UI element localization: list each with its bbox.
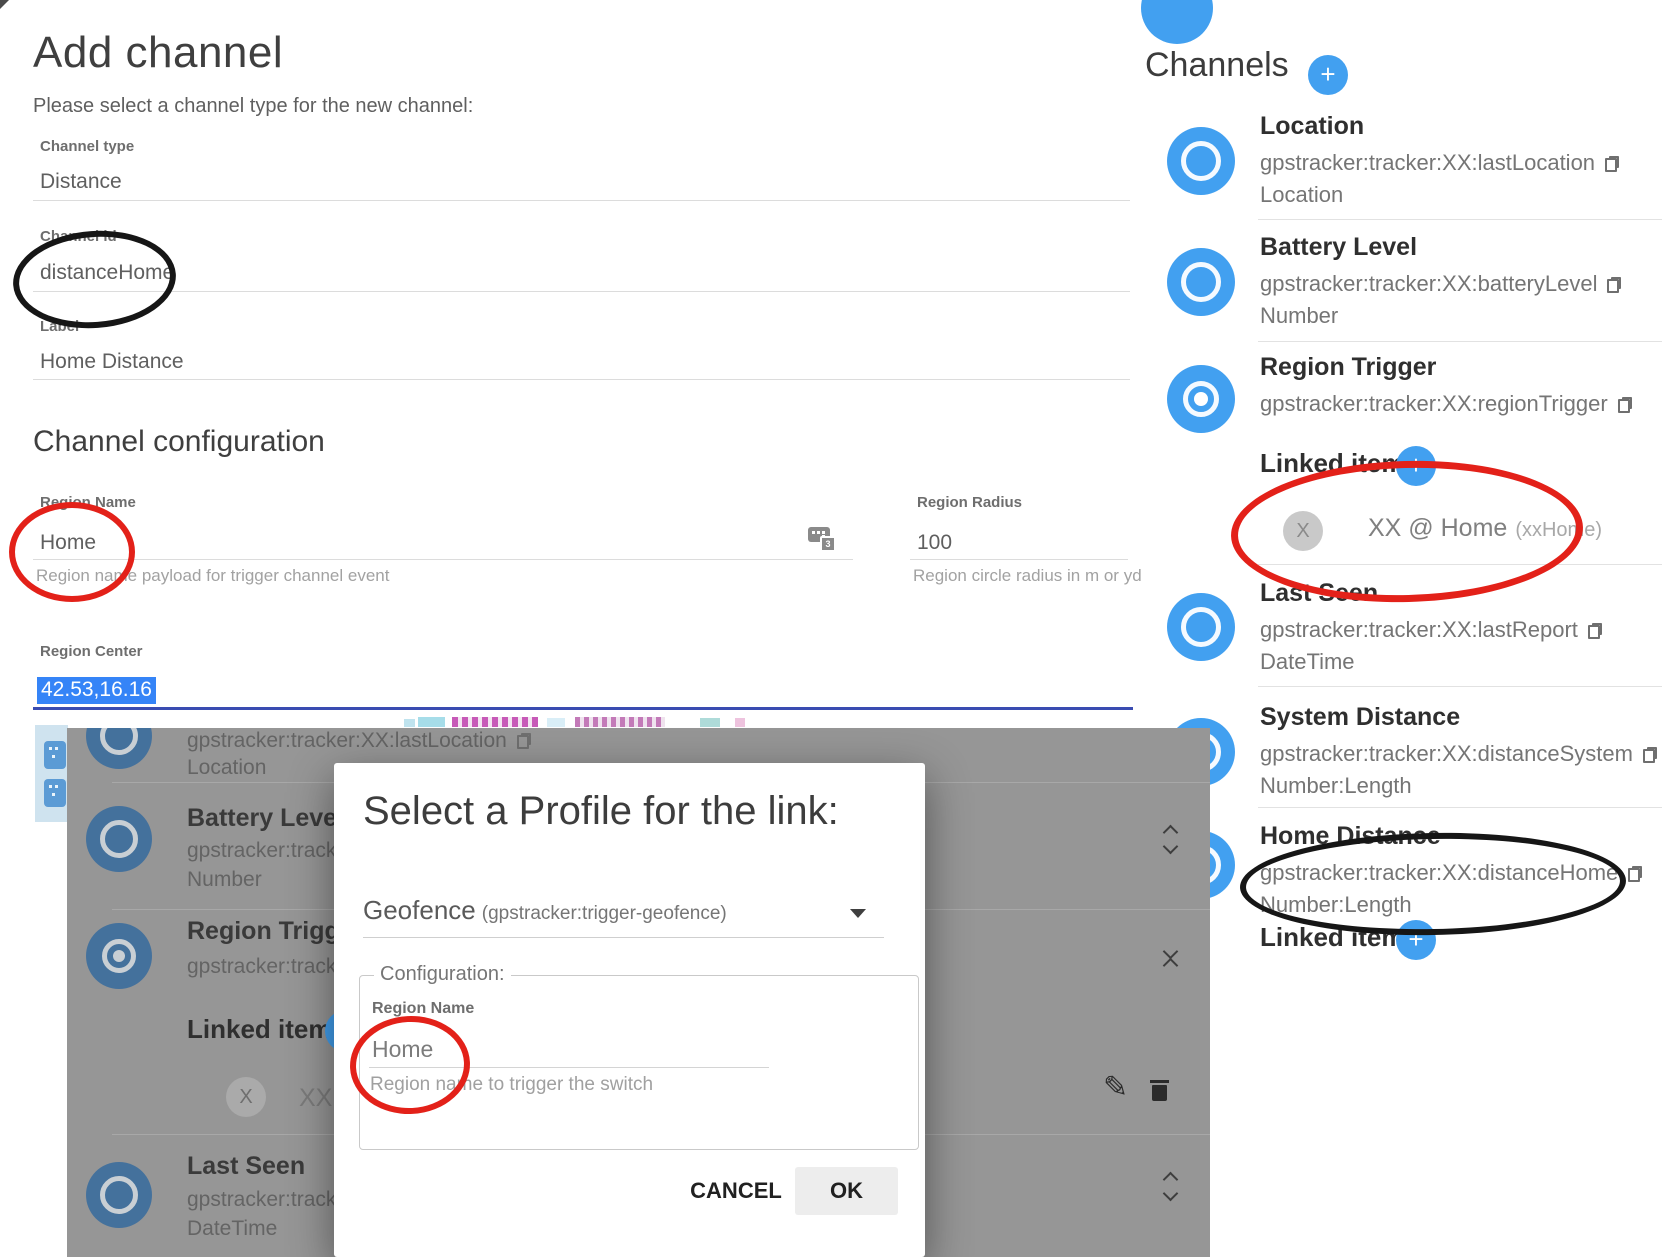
profile-select-detail: (gpstracker:trigger-geofence)	[482, 903, 727, 924]
dialog-title: Select a Profile for the link:	[363, 789, 839, 834]
divider	[33, 559, 853, 560]
item-avatar: X	[226, 1077, 266, 1117]
bg-channel-title: Battery Level	[187, 804, 344, 833]
bg-channel-title: Last Seen	[187, 1152, 305, 1181]
label-field[interactable]: Home Distance	[40, 350, 184, 374]
unfold-icon[interactable]	[1162, 1174, 1178, 1199]
bg-linked-items-heading: Linked items	[187, 1014, 346, 1045]
bg-channel-type: DateTime	[187, 1217, 277, 1241]
edit-icon[interactable]: ✎	[1103, 1070, 1128, 1105]
region-trigger-channel-icon	[1167, 365, 1235, 433]
location-channel-icon	[86, 728, 152, 769]
channels-heading: Channels	[1145, 46, 1289, 85]
divider	[1258, 341, 1662, 342]
region-center-label: Region Center	[40, 643, 143, 660]
channel-type-label: Channel type	[40, 138, 134, 155]
channel-type-value[interactable]: Distance	[40, 170, 122, 194]
channel-uid: gpstracker:tracker:XX:lastLocation	[1260, 150, 1595, 175]
page-title: Add channel	[33, 28, 283, 78]
copy-icon[interactable]	[1605, 156, 1619, 172]
channel-type: Number:Length	[1260, 773, 1412, 799]
divider	[1258, 807, 1662, 808]
divider	[910, 559, 1128, 560]
divider	[33, 200, 1130, 201]
copy-icon[interactable]	[1588, 623, 1602, 639]
channel-title: System Distance	[1260, 703, 1460, 732]
channel-uid: gpstracker:tracker:XX:distanceSystem	[1260, 741, 1633, 766]
channel-type: Location	[1260, 182, 1343, 208]
keyboard-input-icon[interactable]: 3	[808, 527, 842, 553]
profile-dialog: Select a Profile for the link: Geofence (…	[334, 763, 925, 1257]
channel-uid: gpstracker:tracker:XX:regionTrigger	[1260, 391, 1608, 416]
ok-button[interactable]: OK	[795, 1167, 898, 1215]
copy-icon[interactable]	[1628, 866, 1642, 882]
channel-type: DateTime	[1260, 649, 1355, 675]
divider	[1258, 219, 1662, 220]
channel-type: Number	[1260, 303, 1338, 329]
screen: Add channel Please select a channel type…	[0, 0, 1670, 1257]
region-trigger-channel-icon	[86, 923, 152, 989]
corner-artifact	[0, 0, 9, 9]
keypad-image-fragment	[35, 725, 68, 822]
bg-channel-uid: gpstracker:tracker:XX:lastLocation	[187, 729, 507, 752]
cancel-button[interactable]: CANCEL	[686, 1167, 786, 1215]
page-subtitle: Please select a channel type for the new…	[33, 95, 473, 118]
unfold-icon[interactable]	[1162, 827, 1178, 852]
region-radius-label: Region Radius	[917, 494, 1022, 511]
annotation-ellipse-channel-id	[10, 225, 179, 333]
copy-icon[interactable]	[1618, 397, 1632, 413]
section-title: Channel configuration	[33, 425, 325, 459]
dropdown-arrow-icon[interactable]	[850, 909, 866, 918]
last-seen-channel-icon	[86, 1162, 152, 1228]
channel-uid: gpstracker:tracker:XX:batteryLevel	[1260, 271, 1597, 296]
profile-select[interactable]: Geofence (gpstracker:trigger-geofence)	[363, 895, 727, 926]
battery-channel-icon	[86, 806, 152, 872]
profile-select-value: Geofence	[363, 895, 476, 925]
channel-title: Location	[1260, 112, 1364, 141]
add-channel-button[interactable]	[1308, 55, 1348, 95]
fieldset-legend: Configuration:	[374, 963, 511, 986]
divider	[363, 937, 884, 938]
copy-icon[interactable]	[517, 733, 531, 749]
last-seen-channel-icon	[1167, 593, 1235, 661]
region-radius-hint: Region circle radius in m or yd	[913, 566, 1142, 586]
focused-underline	[33, 707, 1133, 710]
divider	[33, 291, 1130, 292]
bg-channel-type: Number	[187, 868, 262, 892]
unfold-less-icon[interactable]	[1162, 946, 1178, 972]
channel-title: Region Trigger	[1260, 353, 1436, 382]
channel-uid: gpstracker:tracker:XX:lastReport	[1260, 617, 1578, 642]
divider	[1258, 686, 1662, 687]
region-radius-field[interactable]: 100	[917, 531, 952, 555]
battery-channel-icon	[1167, 248, 1235, 316]
annotation-ellipse-region-name	[9, 502, 135, 602]
copy-icon[interactable]	[1643, 747, 1657, 763]
bg-channel-type: Location	[187, 756, 266, 780]
delete-icon[interactable]	[1150, 1080, 1169, 1101]
region-center-field[interactable]: 42.53,16.16	[37, 677, 156, 704]
partial-fab-icon[interactable]	[1141, 0, 1213, 44]
divider	[33, 379, 1130, 380]
location-channel-icon	[1167, 127, 1235, 195]
dialog-region-name-label: Region Name	[372, 1000, 474, 1018]
channel-title: Battery Level	[1260, 233, 1417, 262]
copy-icon[interactable]	[1607, 277, 1621, 293]
